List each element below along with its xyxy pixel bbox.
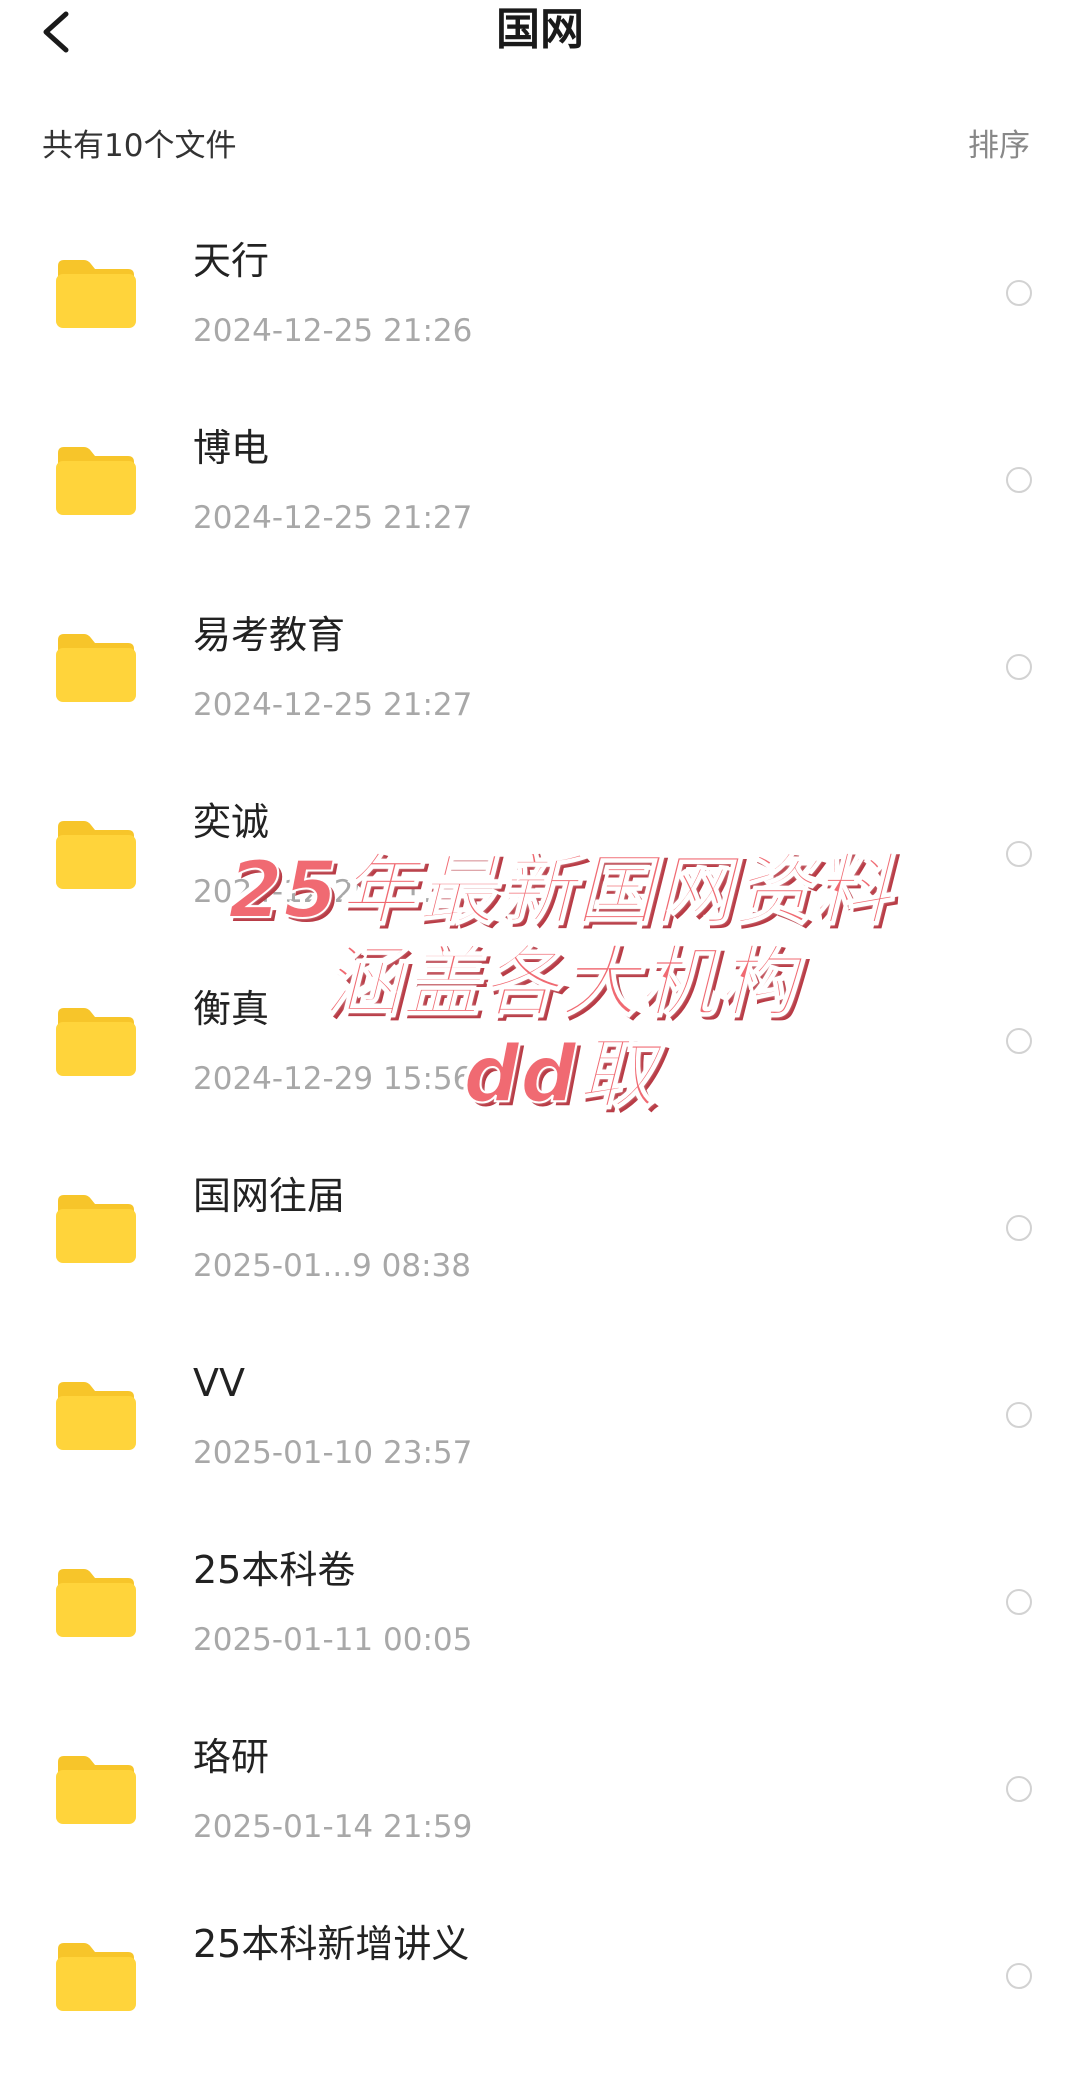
file-row[interactable]: 25本科卷 2025-01-11 00:05 [0, 1529, 1080, 1716]
select-radio[interactable] [1006, 1963, 1032, 1989]
list-summary-bar: 共有10个文件 排序 [0, 118, 1080, 174]
file-name: 天行 [193, 239, 270, 283]
file-name: 国网往届 [193, 1174, 346, 1218]
file-date: 2025-01-10 23:57 [193, 1435, 473, 1471]
file-name: 奕诚 [193, 800, 270, 844]
file-date: 2024-12-25 21:27 [193, 687, 473, 723]
file-row[interactable]: 衡真 2024-12-29 15:56 [0, 968, 1080, 1155]
sort-button[interactable]: 排序 [968, 118, 1030, 174]
file-list: 天行 2024-12-25 21:26 博电 2024-12-25 21:27 易考教育… [0, 220, 1080, 2090]
file-name: 25本科新增讲义 [193, 1922, 470, 1966]
folder-icon [54, 443, 138, 517]
top-nav-bar: 国网 [0, 0, 1080, 70]
select-radio[interactable] [1006, 841, 1032, 867]
folder-icon [54, 1004, 138, 1078]
select-radio[interactable] [1006, 654, 1032, 680]
page-title: 国网 [496, 4, 584, 55]
file-name: 25本科卷 [193, 1548, 356, 1592]
select-radio[interactable] [1006, 280, 1032, 306]
file-row[interactable]: 奕诚 2024-12-25 21:28 [0, 781, 1080, 968]
folder-icon [54, 1752, 138, 1826]
select-radio[interactable] [1006, 1776, 1032, 1802]
folder-icon [54, 1378, 138, 1452]
select-radio[interactable] [1006, 1215, 1032, 1241]
folder-icon [54, 1565, 138, 1639]
file-name: 博电 [193, 426, 270, 470]
file-date: 2024-12-25 21:28 [193, 874, 473, 910]
select-radio[interactable] [1006, 467, 1032, 493]
file-date: 2024-12-25 21:27 [193, 500, 473, 536]
file-date: 2025-01...9 08:38 [193, 1248, 472, 1284]
file-date: 2025-01-14 21:59 [193, 1809, 473, 1845]
file-name: 衡真 [193, 987, 270, 1031]
file-row[interactable]: 珞研 2025-01-14 21:59 [0, 1716, 1080, 1903]
file-name: 易考教育 [193, 613, 346, 657]
file-name: VV [193, 1361, 245, 1405]
file-row[interactable]: 25本科新增讲义 [0, 1903, 1080, 2090]
file-date: 2024-12-25 21:26 [193, 313, 473, 349]
file-date: 2025-01-11 00:05 [193, 1622, 473, 1658]
folder-icon [54, 1191, 138, 1265]
file-date: 2024-12-29 15:56 [193, 1061, 473, 1097]
file-row[interactable]: 国网往届 2025-01...9 08:38 [0, 1155, 1080, 1342]
folder-icon [54, 630, 138, 704]
file-name: 珞研 [193, 1735, 270, 1779]
folder-icon [54, 256, 138, 330]
select-radio[interactable] [1006, 1028, 1032, 1054]
file-row[interactable]: 易考教育 2024-12-25 21:27 [0, 594, 1080, 781]
select-radio[interactable] [1006, 1589, 1032, 1615]
file-count-label: 共有10个文件 [42, 128, 237, 164]
file-row[interactable]: 天行 2024-12-25 21:26 [0, 220, 1080, 407]
file-row[interactable]: VV 2025-01-10 23:57 [0, 1342, 1080, 1529]
select-radio[interactable] [1006, 1402, 1032, 1428]
file-row[interactable]: 博电 2024-12-25 21:27 [0, 407, 1080, 594]
folder-icon [54, 1939, 138, 2013]
folder-icon [54, 817, 138, 891]
